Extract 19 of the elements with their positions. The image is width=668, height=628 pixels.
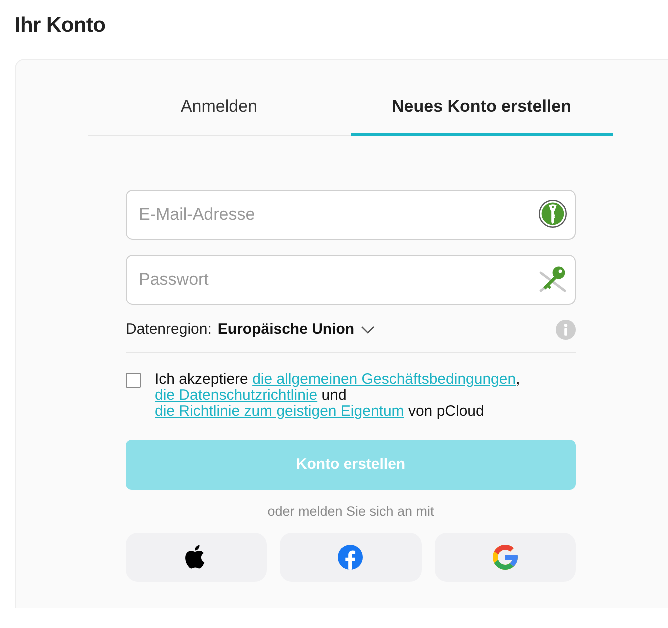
facebook-icon — [338, 545, 364, 570]
google-icon — [492, 545, 518, 570]
email-field[interactable]: E-Mail-Adresse — [126, 190, 576, 240]
terms-link[interactable]: die Richtlinie zum geistigen Eigentum — [155, 403, 404, 420]
tab[interactable]: Neues Konto erstellen — [350, 79, 613, 136]
terms-link[interactable]: die allgemeinen Geschäftsbedingungen — [252, 371, 516, 388]
social-login-button[interactable] — [126, 533, 268, 582]
chevron-down-icon — [360, 326, 375, 334]
terms-checkbox[interactable] — [126, 373, 141, 388]
key-circle-icon — [539, 200, 567, 228]
tab[interactable]: Anmelden — [88, 79, 350, 136]
password-field[interactable]: Passwort — [126, 255, 576, 305]
crossed-key-icon — [539, 265, 567, 293]
terms-text: Ich akzeptiere die allgemeinen Geschäftsbedingungen, die Datenschutzrichtlinie und die Richtlinie zum geistigen Eigentum von pCloud — [155, 372, 522, 420]
alternative-login-text: oder melden Sie sich an mit — [268, 504, 434, 520]
data-region-label: Datenregion: — [126, 320, 212, 340]
data-region-dropdown[interactable]: Europäische Union — [218, 318, 375, 342]
terms-link[interactable]: die Datenschutzrichtlinie — [155, 387, 318, 404]
page-title: Ihr Konto — [15, 13, 106, 39]
